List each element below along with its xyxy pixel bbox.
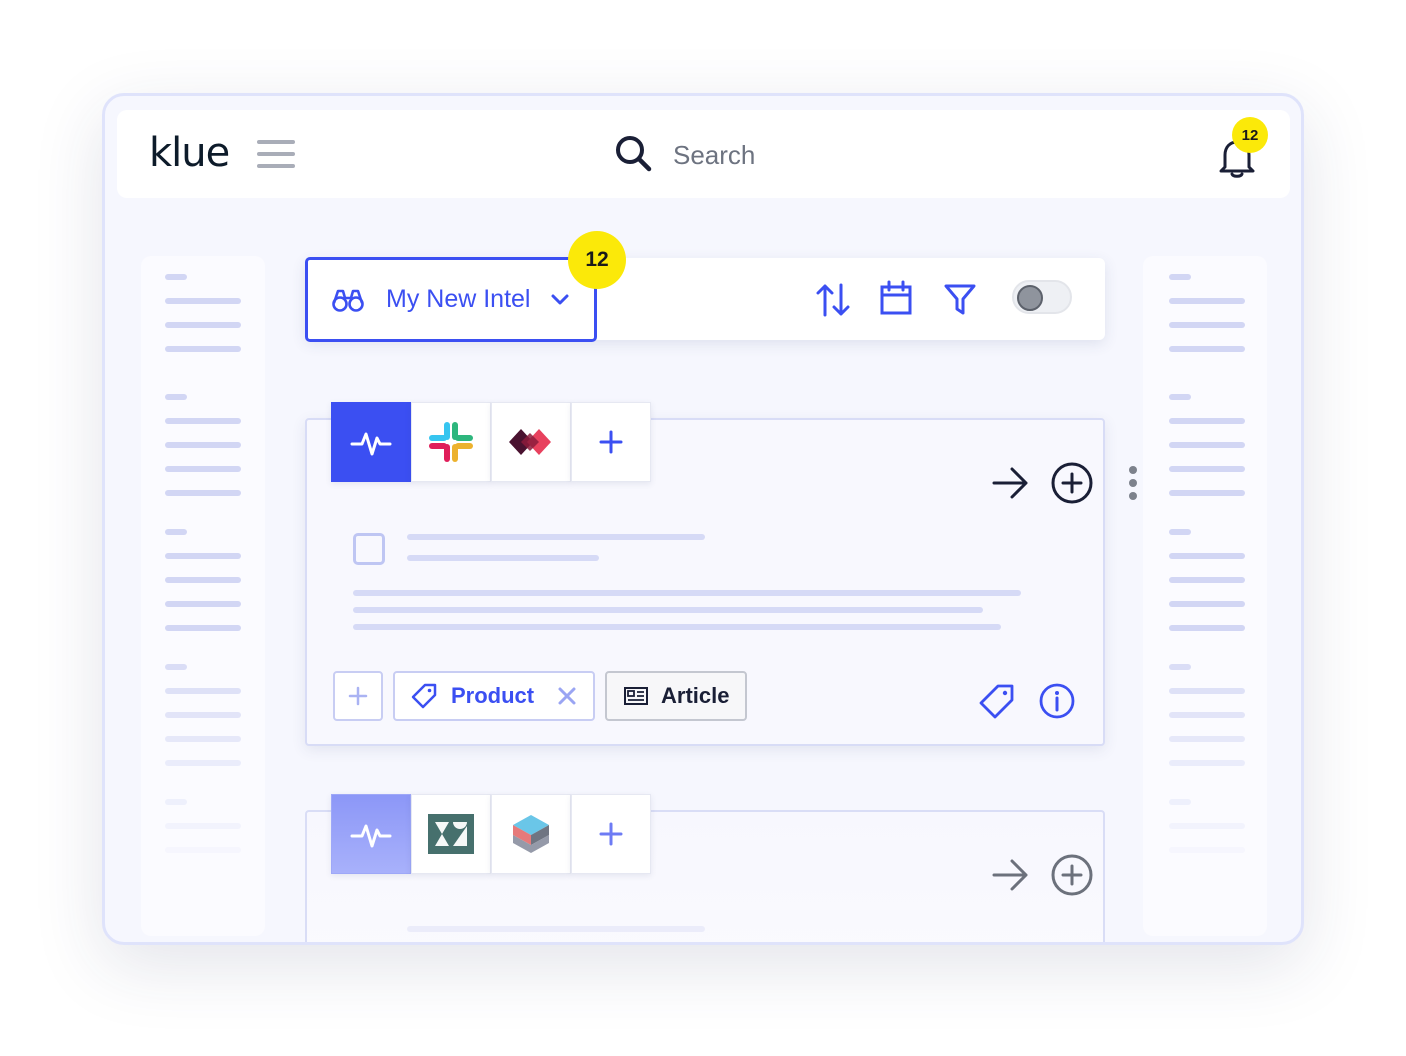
skeleton-line	[407, 926, 705, 932]
arrow-right-icon[interactable]	[991, 465, 1031, 501]
source-tab-pulse[interactable]	[331, 402, 411, 482]
app-window: klue 12	[102, 93, 1304, 945]
sort-icon[interactable]	[815, 282, 851, 318]
add-circle-icon[interactable]	[1050, 853, 1094, 897]
tag-chip-product[interactable]: Product	[393, 671, 595, 721]
source-tab-layered[interactable]	[491, 794, 571, 874]
plus-icon	[599, 430, 623, 454]
search-input[interactable]	[673, 137, 973, 173]
chevron-down-icon	[551, 294, 569, 305]
pulse-icon	[350, 432, 392, 456]
remove-tag-icon[interactable]	[557, 686, 577, 706]
feed-selector-dropdown[interactable]: My New Intel	[305, 257, 597, 342]
source-tabs	[331, 794, 651, 874]
tag-label: Article	[661, 683, 730, 708]
skeleton-line	[353, 624, 1001, 630]
menu-icon[interactable]	[257, 140, 295, 168]
layered-logo-icon	[513, 815, 549, 853]
tag-label: Product	[451, 683, 535, 708]
source-tab-slack[interactable]	[411, 402, 491, 482]
zendesk-icon	[428, 814, 474, 854]
arrow-right-icon[interactable]	[991, 857, 1031, 893]
search-icon	[616, 136, 652, 172]
feed-title: My New Intel	[386, 285, 531, 313]
right-panel-skeleton	[1143, 256, 1267, 936]
diamond-logo-icon	[509, 429, 551, 455]
source-tab-pulse[interactable]	[331, 794, 411, 874]
plus-icon	[599, 822, 623, 846]
info-icon[interactable]	[1038, 682, 1076, 720]
tag-icon	[411, 683, 437, 709]
source-tab-zendesk[interactable]	[411, 794, 491, 874]
tag-chip-article[interactable]: Article	[605, 671, 747, 721]
slack-icon	[429, 422, 473, 462]
binoculars-icon	[332, 289, 364, 312]
more-options-icon[interactable]	[1129, 466, 1137, 505]
add-tag-button[interactable]	[333, 671, 383, 721]
feed-count-badge: 12	[568, 231, 626, 289]
filter-icon[interactable]	[943, 282, 977, 316]
plus-icon	[348, 686, 368, 706]
newspaper-icon	[624, 687, 648, 705]
calendar-icon[interactable]	[879, 280, 913, 316]
add-source-button[interactable]	[571, 402, 651, 482]
klue-logo[interactable]: klue	[149, 130, 230, 176]
skeleton-line	[353, 607, 983, 613]
pulse-icon	[350, 824, 392, 848]
add-circle-icon[interactable]	[1050, 461, 1094, 505]
top-bar: klue 12	[117, 110, 1290, 198]
source-tabs	[331, 402, 651, 482]
source-tab-diamond[interactable]	[491, 402, 571, 482]
skeleton-line	[407, 555, 599, 561]
left-nav-skeleton	[141, 256, 265, 936]
skeleton-line	[353, 590, 1021, 596]
add-source-button[interactable]	[571, 794, 651, 874]
tag-icon[interactable]	[979, 683, 1015, 719]
notification-count-badge: 12	[1232, 117, 1268, 153]
card-checkbox[interactable]	[353, 533, 385, 565]
view-toggle[interactable]	[1012, 280, 1072, 314]
skeleton-line	[407, 534, 705, 540]
